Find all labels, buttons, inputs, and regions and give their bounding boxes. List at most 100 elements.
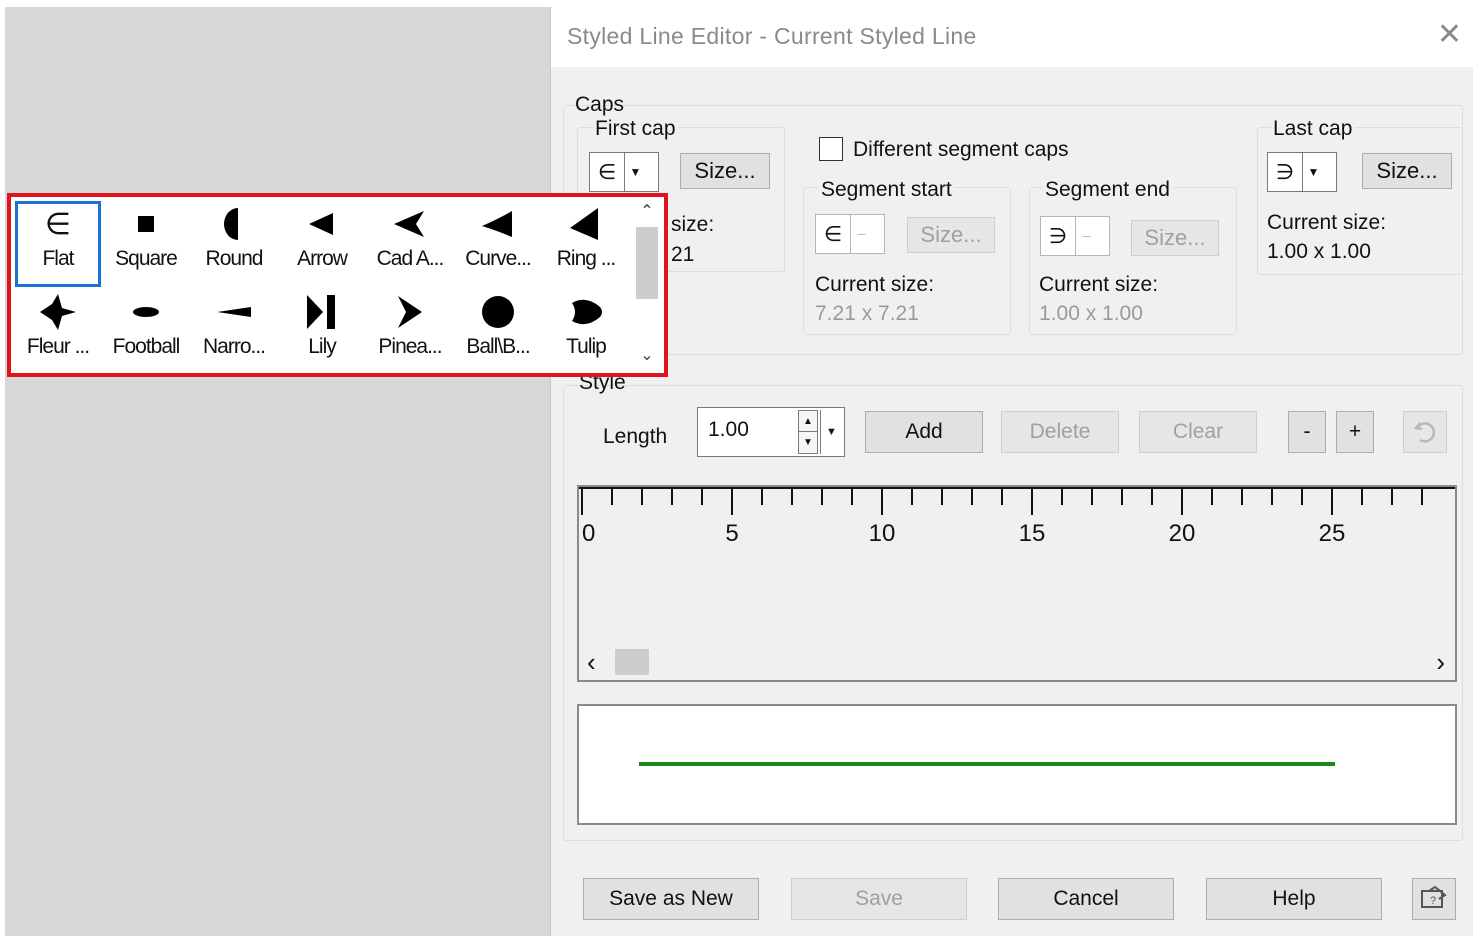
ruler-label: 15 [1019, 520, 1046, 547]
horizontal-scrollbar[interactable]: ‹ › [581, 647, 1453, 677]
cap-option-label: Narro... [202, 335, 266, 358]
cap-option-square[interactable]: Square [103, 201, 189, 287]
cap-option-pinea[interactable]: Pinea... [367, 289, 453, 375]
cap-option-label: Arrow [297, 247, 348, 270]
first-cap-size-label: size: [671, 213, 715, 236]
chevron-up-icon[interactable]: ⌃ [636, 201, 658, 221]
cap-option-label: Ball\B... [466, 335, 530, 358]
last-cap-size-label: Current size: [1267, 211, 1387, 234]
flat-cap-icon: ∈ [44, 206, 72, 242]
length-value: 1.00 [708, 418, 749, 441]
cap-option-label: Cad A... [376, 247, 445, 270]
cap-option-football[interactable]: Football [103, 289, 189, 375]
cap-option-label: Pinea... [378, 335, 442, 358]
flat-cap-glyph: ∈ [823, 222, 843, 246]
background-area [5, 7, 550, 936]
cap-option-arrow[interactable]: Arrow [279, 201, 365, 287]
ruler-label: 0 [582, 520, 595, 547]
football-cap-icon [116, 289, 176, 335]
scroll-left-icon[interactable]: ‹ [587, 647, 596, 678]
context-help-icon: ? [1421, 885, 1447, 908]
spin-down-icon[interactable]: ▼ [799, 432, 817, 453]
cap-option-curve[interactable]: Curve... [455, 201, 541, 287]
clear-button[interactable]: Clear [1139, 411, 1257, 453]
first-cap-select[interactable]: ∈ ▼ [589, 152, 659, 192]
cap-option-label: Football [112, 335, 181, 358]
ruler-label: 5 [725, 520, 738, 547]
close-icon[interactable]: ✕ [1437, 17, 1462, 52]
round-cap-icon [204, 201, 264, 247]
cap-option-label: Flat [42, 247, 74, 270]
cap-option-tulip[interactable]: Tulip [543, 289, 629, 375]
cap-option-label: Ring ... [556, 247, 617, 270]
segment-end-glyph: ∋ [1048, 224, 1068, 248]
cap-option-flat[interactable]: ∈ Flat [15, 201, 101, 287]
tulip-cap-icon [556, 289, 616, 335]
help-button[interactable]: Help [1206, 878, 1382, 920]
cap-option-fleur[interactable]: Fleur ... [15, 289, 101, 375]
first-cap-size-button[interactable]: Size... [680, 153, 770, 189]
add-button[interactable]: Add [865, 411, 983, 453]
ruler-label: 20 [1169, 520, 1196, 547]
segment-end-size-button[interactable]: Size... [1131, 220, 1219, 256]
scroll-right-icon[interactable]: › [1436, 647, 1445, 678]
cap-option-label: Tulip [566, 335, 607, 358]
line-preview [577, 704, 1457, 825]
popup-scrollbar-thumb[interactable] [636, 227, 658, 299]
chevron-down-icon: ─ [850, 215, 872, 253]
segment-start-size-button[interactable]: Size... [907, 217, 995, 253]
length-input[interactable]: 1.00 ▲ ▼ ▼ [697, 407, 845, 457]
save-button[interactable]: Save [791, 878, 967, 920]
ring-cap-icon [556, 201, 616, 247]
last-cap-size-button[interactable]: Size... [1362, 153, 1452, 189]
caps-label: Caps [575, 93, 625, 116]
chevron-down-icon[interactable]: ⌄ [636, 345, 658, 365]
narrow-cap-icon [204, 289, 264, 335]
scrollbar-thumb[interactable] [615, 649, 649, 675]
last-cap-select[interactable]: ∋ ▼ [1267, 152, 1337, 192]
pineapple-cap-icon [380, 289, 440, 335]
segment-start-select[interactable]: ∈ ─ [815, 214, 885, 254]
cap-option-label: Square [115, 247, 178, 270]
reset-icon [1413, 422, 1436, 443]
fleur-cap-icon [28, 289, 88, 335]
cap-picker-popup[interactable]: ∈ Flat Square Round Arrow Cad A... Curve... Rin… [7, 193, 668, 377]
different-segment-caps-checkbox[interactable] [819, 137, 843, 161]
different-segment-caps-label: Different segment caps [853, 138, 1069, 161]
chevron-down-icon: ▼ [624, 153, 646, 191]
title-bar: Styled Line Editor - Current Styled Line… [551, 7, 1473, 67]
zoom-out-button[interactable]: - [1288, 411, 1326, 453]
first-cap-label: First cap [593, 117, 678, 141]
ruler-label: 10 [869, 520, 896, 547]
cap-option-ball-b[interactable]: Ball\B... [455, 289, 541, 375]
context-help-button[interactable]: ? [1412, 878, 1456, 920]
cap-option-round[interactable]: Round [191, 201, 277, 287]
svg-text:?: ? [1430, 895, 1436, 907]
spin-up-icon[interactable]: ▲ [799, 411, 817, 432]
zoom-in-button[interactable]: + [1336, 411, 1374, 453]
preview-line [639, 762, 1335, 766]
delete-button[interactable]: Delete [1001, 411, 1119, 453]
last-cap-label: Last cap [1271, 117, 1355, 141]
cap-option-lily[interactable]: Lily [279, 289, 365, 375]
cap-option-label: Round [205, 247, 264, 270]
chevron-down-icon[interactable]: ▼ [820, 410, 842, 454]
length-spinner[interactable]: ▲ ▼ [798, 410, 818, 454]
popup-scrollbar[interactable]: ⌃ ⌄ [636, 201, 658, 371]
cap-option-ring[interactable]: Ring ... [543, 201, 629, 287]
cap-option-label: Fleur ... [26, 335, 90, 358]
square-cap-icon [116, 201, 176, 247]
cap-option-cad-a[interactable]: Cad A... [367, 201, 453, 287]
styled-line-editor-dialog: Styled Line Editor - Current Styled Line… [550, 7, 1473, 936]
ruler-editor[interactable]: 0 5 10 15 20 25 ‹ › [577, 485, 1457, 682]
length-label: Length [603, 425, 668, 448]
cancel-button[interactable]: Cancel [998, 878, 1174, 920]
window-title: Styled Line Editor - Current Styled Line [567, 23, 977, 49]
reset-button[interactable] [1403, 411, 1447, 453]
segment-end-select[interactable]: ∋ ─ [1040, 216, 1110, 256]
segment-end-size-label: Current size: [1039, 273, 1159, 296]
first-cap-size-value: 21 [671, 243, 695, 266]
chevron-down-icon: ─ [1075, 217, 1097, 255]
cap-option-narro[interactable]: Narro... [191, 289, 277, 375]
save-as-new-button[interactable]: Save as New [583, 878, 759, 920]
